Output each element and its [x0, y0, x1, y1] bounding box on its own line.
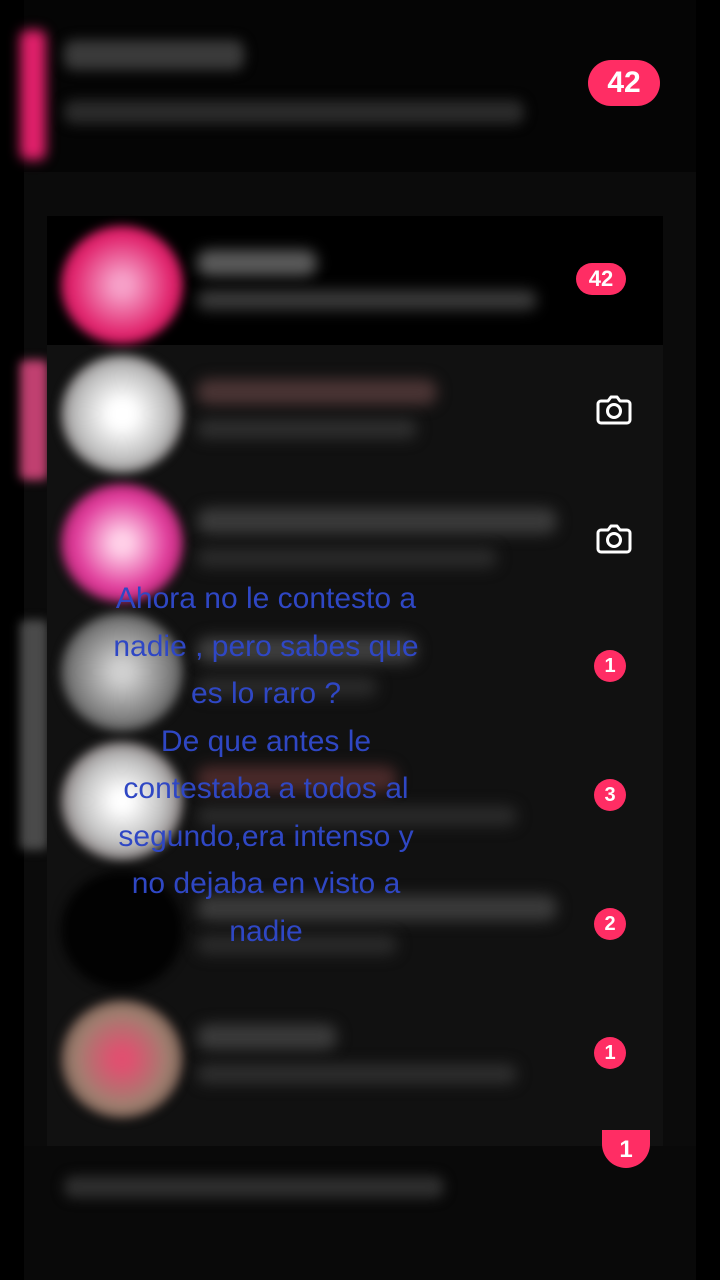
- blurred-name: [197, 379, 437, 405]
- caption-line: nadie: [229, 914, 303, 948]
- blurred-name: [197, 250, 317, 276]
- unread-badge: 1: [594, 650, 626, 682]
- blurred-message: [197, 1064, 517, 1084]
- caption-line: nadie , pero sabes que: [113, 629, 419, 663]
- side-fragment: [20, 620, 48, 850]
- caption-line: es lo raro ?: [190, 677, 342, 710]
- camera-icon[interactable]: [594, 518, 634, 558]
- caption-line: no dejaba en visto a: [131, 867, 401, 900]
- caption-line: segundo,era intenso y: [118, 819, 414, 853]
- blurred-message: [64, 100, 524, 124]
- avatar: [61, 1000, 183, 1118]
- blurred-name: [64, 40, 244, 70]
- camera-icon[interactable]: [594, 389, 634, 429]
- avatar: [61, 226, 183, 344]
- blurred-name: [197, 1024, 337, 1050]
- chat-row[interactable]: 42: [47, 216, 663, 345]
- blurred-message: [197, 548, 497, 568]
- blurred-message: [197, 419, 417, 439]
- unread-badge: 2: [594, 908, 626, 940]
- blurred-message: [197, 290, 537, 310]
- avatar: [61, 355, 183, 473]
- caption-line: De que antes le: [160, 724, 372, 758]
- unread-badge: 42: [588, 60, 660, 106]
- blurred-message: [64, 1176, 444, 1198]
- side-fragment: [20, 360, 48, 480]
- avatar-fragment: [20, 30, 46, 160]
- unread-badge: 3: [594, 779, 626, 811]
- unread-badge: 42: [576, 263, 626, 295]
- chat-row-bottom[interactable]: [24, 1146, 696, 1280]
- chat-row[interactable]: [47, 345, 663, 474]
- chat-row[interactable]: 1: [47, 990, 663, 1119]
- caption-line: contestaba a todos al: [123, 772, 409, 805]
- caption-line: Ahora no le contesto a: [115, 582, 417, 615]
- unread-badge: 1: [594, 1037, 626, 1069]
- overlay-caption: Ahora no le contesto a nadie , pero sabe…: [80, 575, 452, 955]
- blurred-name: [197, 508, 557, 534]
